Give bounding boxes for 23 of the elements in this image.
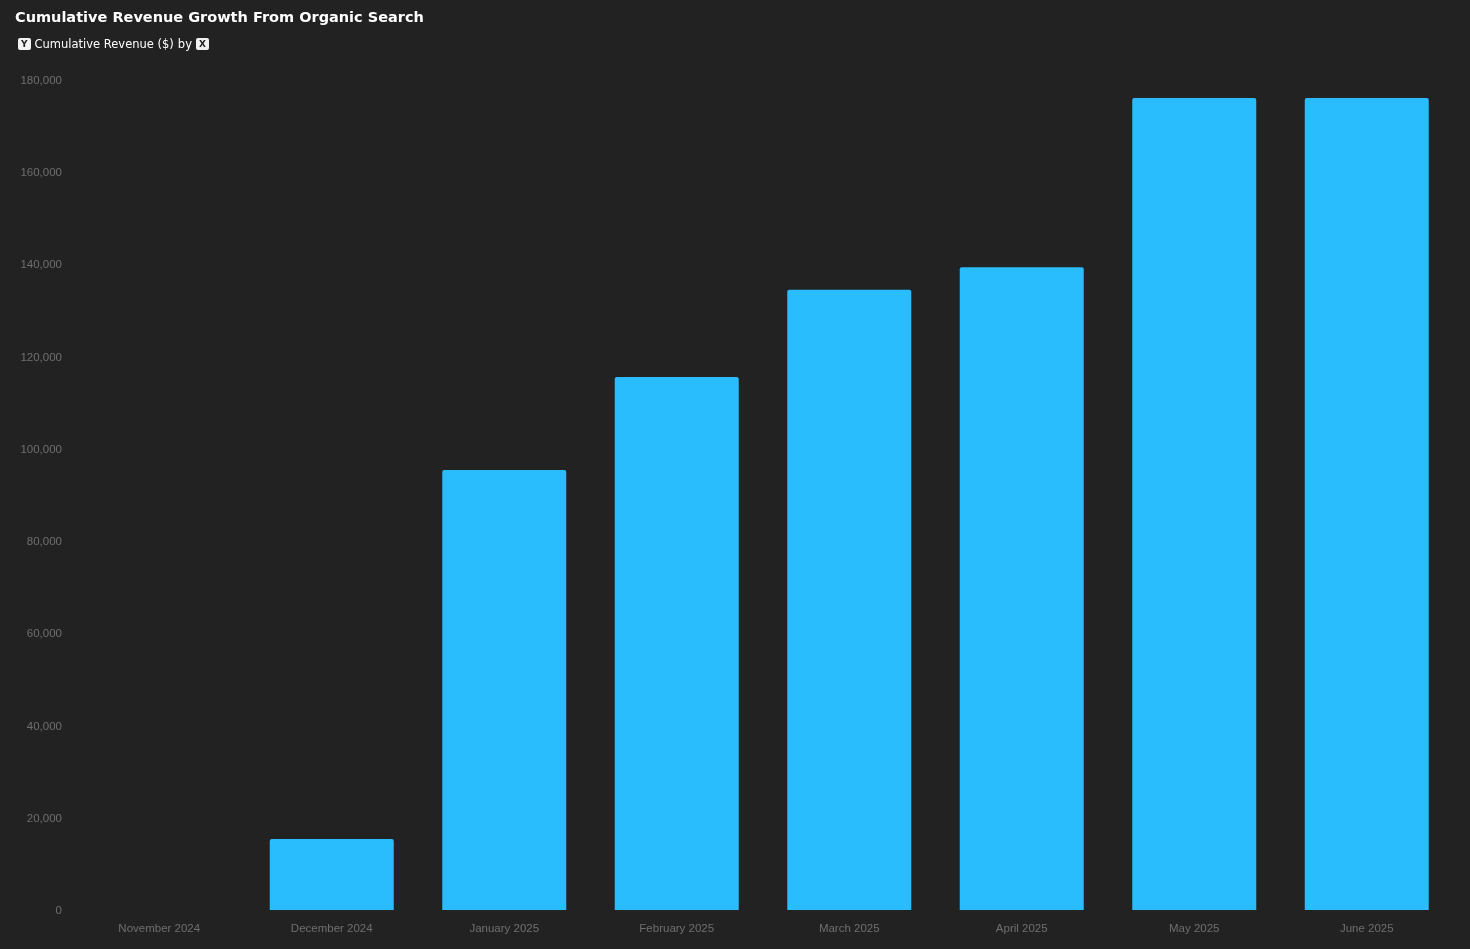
x-axis-badge: X xyxy=(195,38,209,50)
y-tick-label: 20,000 xyxy=(26,811,62,824)
x-tick-label: December 2024 xyxy=(290,922,373,934)
y-tick-label: 100,000 xyxy=(20,442,62,455)
x-tick-label: November 2024 xyxy=(118,922,201,934)
y-tick-label: 160,000 xyxy=(20,166,62,179)
x-tick-label: June 2025 xyxy=(1339,922,1394,934)
y-tick-label: 120,000 xyxy=(20,350,62,363)
x-tick-label: April 2025 xyxy=(995,922,1048,934)
chart-title: Cumulative Revenue Growth From Organic Search xyxy=(15,9,424,25)
y-tick-label: 140,000 xyxy=(20,258,62,271)
y-tick-label: 40,000 xyxy=(26,719,62,732)
y-tick-label: 80,000 xyxy=(26,535,62,548)
y-tick-label: 0 xyxy=(55,904,62,916)
y-axis-label: Cumulative Revenue ($) xyxy=(34,37,174,51)
by-label: by xyxy=(177,37,192,51)
x-tick-label: March 2025 xyxy=(818,922,880,934)
y-tick-label: 180,000 xyxy=(20,74,62,86)
x-tick-label: May 2025 xyxy=(1169,922,1220,934)
y-axis-badge: Y xyxy=(18,38,31,50)
x-tick-label: February 2025 xyxy=(639,922,715,934)
x-tick-label: January 2025 xyxy=(469,922,540,934)
y-tick-label: 60,000 xyxy=(26,627,62,640)
